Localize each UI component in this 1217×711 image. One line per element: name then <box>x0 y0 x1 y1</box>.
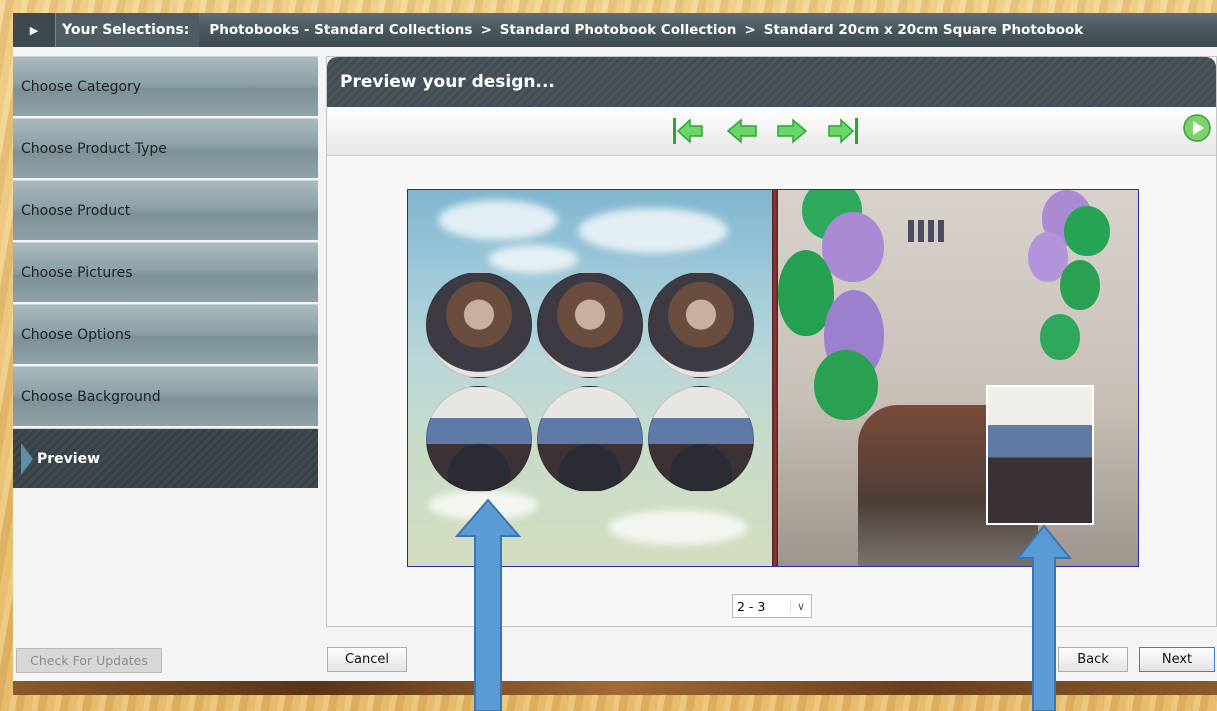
previous-page-icon[interactable] <box>725 114 759 148</box>
sidebar-item-label: Choose Category <box>21 78 142 95</box>
photo-circle[interactable] <box>426 272 532 378</box>
next-button[interactable]: Next <box>1139 647 1215 672</box>
chevron-down-icon: ∨ <box>790 599 811 613</box>
next-page-icon[interactable] <box>775 114 809 148</box>
breadcrumb: ▶ Your Selections: Photobooks - Standard… <box>13 13 1217 47</box>
sidebar-item-label: Choose Options <box>21 326 132 343</box>
page-navigation-bar <box>327 107 1216 156</box>
breadcrumb-item[interactable]: Standard 20cm x 20cm Square Photobook <box>764 22 1084 38</box>
sidebar-item-choose-options[interactable]: Choose Options <box>13 304 318 364</box>
sidebar: Choose Category Choose Product Type Choo… <box>13 56 318 490</box>
sidebar-item-label: Choose Product <box>21 202 131 219</box>
annotation-arrow-up-icon <box>1016 524 1072 711</box>
page-selector[interactable]: 2 - 3 ∨ <box>732 594 812 618</box>
sidebar-item-choose-background[interactable]: Choose Background <box>13 366 318 426</box>
breadcrumb-separator: > <box>480 22 492 38</box>
preview-title: Preview your design... <box>327 57 1216 107</box>
sidebar-item-choose-category[interactable]: Choose Category <box>13 56 318 116</box>
sidebar-item-choose-pictures[interactable]: Choose Pictures <box>13 242 318 302</box>
breadcrumb-label: Your Selections: <box>56 13 200 47</box>
page-selector-value: 2 - 3 <box>737 598 766 614</box>
play-icon[interactable] <box>1182 113 1212 143</box>
breadcrumb-separator: > <box>744 22 756 38</box>
sidebar-item-choose-product-type[interactable]: Choose Product Type <box>13 118 318 178</box>
first-page-icon[interactable] <box>670 114 704 148</box>
sidebar-item-label: Choose Pictures <box>21 264 133 281</box>
sidebar-item-label: Preview <box>37 450 101 467</box>
photo-circle[interactable] <box>648 386 754 492</box>
expand-breadcrumb-button[interactable]: ▶ <box>13 13 56 47</box>
photo-circle[interactable] <box>426 386 532 492</box>
breadcrumb-path: Photobooks - Standard Collections > Standa… <box>199 22 1083 38</box>
active-indicator-icon <box>21 442 33 475</box>
photo-circle[interactable] <box>537 386 643 492</box>
check-for-updates-button[interactable]: Check For Updates <box>16 648 162 673</box>
cancel-button[interactable]: Cancel <box>327 647 407 672</box>
breadcrumb-item[interactable]: Standard Photobook Collection <box>500 22 737 38</box>
sidebar-item-preview[interactable]: Preview <box>13 428 318 488</box>
right-page[interactable] <box>778 190 1138 566</box>
sidebar-item-label: Choose Background <box>21 388 161 405</box>
breadcrumb-item[interactable]: Photobooks - Standard Collections <box>209 22 472 38</box>
inset-photo[interactable] <box>986 385 1094 525</box>
sidebar-item-label: Choose Product Type <box>21 140 167 157</box>
caret-right-icon: ▶ <box>29 23 39 37</box>
photo-circle[interactable] <box>537 272 643 378</box>
last-page-icon[interactable] <box>827 114 861 148</box>
sidebar-item-choose-product[interactable]: Choose Product <box>13 180 318 240</box>
photo-circle[interactable] <box>648 272 754 378</box>
annotation-arrow-up-icon <box>455 498 521 711</box>
